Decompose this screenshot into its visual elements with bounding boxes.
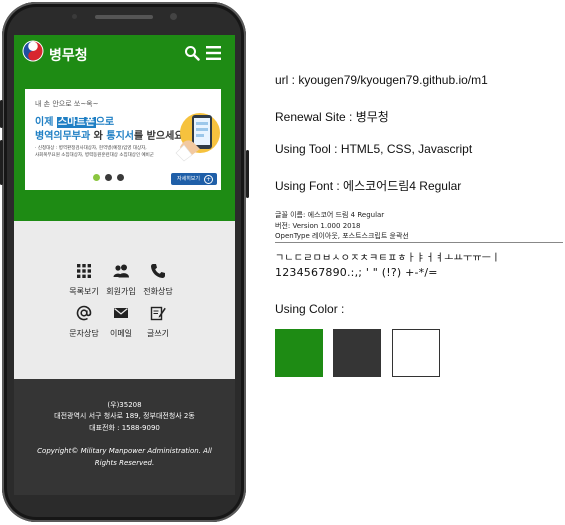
banner-headline-2a: 병역의무부과 (35, 131, 91, 142)
footer-address: 대전광역시 서구 청사로 189, 정부대전청사 2동 (54, 412, 195, 420)
quick-menu-label: 전화상담 (143, 287, 173, 296)
hamburger-menu-icon[interactable] (206, 46, 221, 60)
quick-menu-phone[interactable]: 전화상담 (128, 263, 188, 303)
plus-circle-icon: + (204, 175, 213, 184)
banner-headline-2b: 와 (90, 131, 107, 142)
info-using-tool: Using Tool : HTML5, CSS, Javascript (275, 142, 473, 156)
banner-info-line-1: · 신청대상 : 병역판정검사대상자, 현역병(예정)입영 대상자, (35, 146, 147, 151)
info-url[interactable]: url : kyougen79/kyougen79.github.io/m1 (275, 73, 488, 87)
site-header: 병무청 (14, 35, 235, 75)
taegeuk-logo-icon[interactable] (22, 40, 44, 62)
banner-more-button[interactable]: 자세히보기 + (171, 173, 217, 185)
hand-smartphone-illustration (175, 113, 220, 162)
color-swatch-dark-gray (333, 329, 381, 377)
info-using-color: Using Color : (275, 302, 345, 316)
phone-screen: 병무청 내 손 안으로 쏘~옥~ 이제 스마트폰으로 병역의무부과 와 통지서를… (14, 35, 235, 495)
font-sample-digits: 1234567890.:,; ' " (!?) +-*/= (275, 266, 438, 279)
footer-postcode: (우)35208 (107, 401, 142, 409)
at-sign-icon (76, 305, 92, 321)
phone-icon (151, 264, 165, 278)
color-swatch-white (392, 329, 440, 377)
info-using-font: Using Font : 에스코어드림4 Regular (275, 179, 462, 193)
font-meta-type: OpenType 레이아웃, 포스트스크립트 윤곽선 (275, 232, 409, 240)
front-camera (170, 13, 177, 20)
banner-headline-1: 이제 스마트폰으로 (35, 113, 114, 128)
banner-pagination (93, 174, 133, 182)
footer-copyright-line-2: Rights Reserved. (94, 459, 155, 467)
banner-headline-2: 병역의무부과 와 통지서를 받으세요! (35, 127, 188, 142)
write-icon (150, 306, 166, 321)
footer-phone[interactable]: 대표전화 : 1588-9090 (14, 423, 235, 433)
power-button (246, 150, 249, 198)
phone-mockup: 병무청 내 손 안으로 쏘~옥~ 이제 스마트폰으로 병역의무부과 와 통지서를… (0, 0, 252, 525)
users-icon (113, 264, 129, 278)
quick-menu-label: 글쓰기 (146, 329, 170, 338)
color-swatch-green (275, 329, 323, 377)
promo-banner[interactable]: 내 손 안으로 쏘~옥~ 이제 스마트폰으로 병역의무부과 와 통지서를 받으세… (25, 89, 221, 190)
envelope-icon (114, 308, 128, 318)
quick-menu-section: 목록보기 회원가입 전화상담 문자상담 이메일 글쓰기 (14, 221, 235, 379)
banner-info: · 신청대상 : 병역판정검사대상자, 현역병(예정)입영 대상자, 사회복무요… (35, 145, 175, 159)
font-meta-divider (275, 242, 563, 243)
font-sample-hangul: ㄱㄴㄷㄹㅁㅂㅅㅇㅈㅊㅋㅌㅍㅎㅏㅑㅓㅕㅗㅛㅜㅠㅡㅣ (275, 253, 501, 264)
banner-dot-3[interactable] (117, 174, 124, 181)
phone-speaker (95, 15, 153, 19)
volume-up-button (0, 100, 3, 128)
banner-dot-2[interactable] (105, 174, 112, 181)
quick-menu-write[interactable]: 글쓰기 (128, 305, 188, 345)
green-top-section: 병무청 내 손 안으로 쏘~옥~ 이제 스마트폰으로 병역의무부과 와 통지서를… (14, 35, 235, 221)
search-icon[interactable] (184, 45, 200, 61)
banner-kicker: 내 손 안으로 쏘~옥~ (35, 100, 99, 108)
phone-sensor (72, 14, 77, 19)
volume-down-button (0, 140, 3, 185)
banner-headline-2c: 통지서 (106, 131, 134, 142)
banner-dot-1[interactable] (93, 174, 100, 181)
site-footer: (우)35208 대전광역시 서구 청사로 189, 정부대전청사 2동 대표전… (14, 379, 235, 495)
font-meta-name: 글꼴 이름: 에스코어 드림 4 Regular (275, 211, 385, 219)
info-renewal-site: Renewal Site : 병무청 (275, 110, 389, 124)
grid-icon (77, 264, 91, 278)
banner-more-label: 자세히보기 (177, 176, 201, 182)
banner-info-line-2: 사회복무요원 소집대상자, 병력동원훈련대상 소집대상인 예비군 (35, 153, 154, 158)
footer-copyright: Copyright© Military Manpower Administrat… (14, 445, 235, 469)
font-meta-version: 버전: Version 1.000 2018 (275, 222, 361, 230)
footer-copyright-line-1: Copyright© Military Manpower Administrat… (37, 447, 212, 455)
site-logo-text[interactable]: 병무청 (49, 45, 88, 65)
